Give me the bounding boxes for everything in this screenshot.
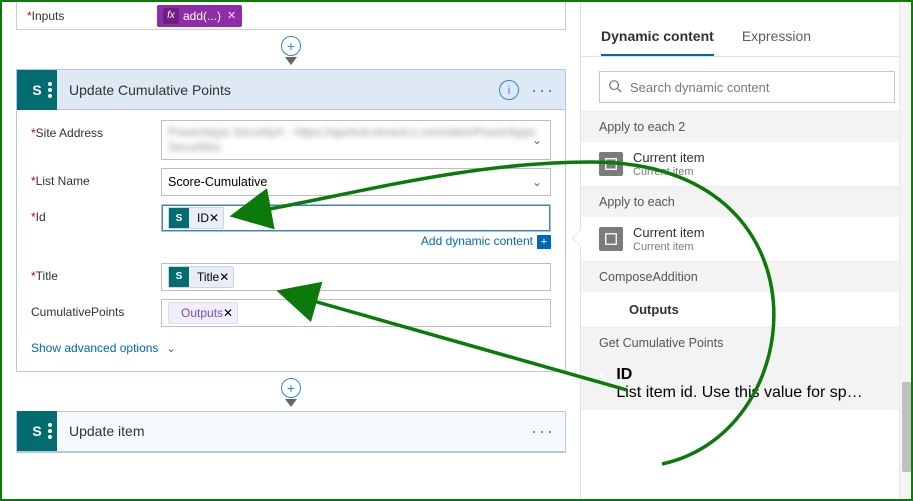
add-step-button[interactable]: + bbox=[281, 36, 301, 56]
card-body: *Site Address PowerApps SecurityX - http… bbox=[17, 110, 565, 371]
list-name-select[interactable]: Score-Cumulative ⌄ bbox=[161, 168, 551, 196]
card-title: Update item bbox=[57, 423, 531, 439]
sharepoint-icon: S bbox=[169, 267, 189, 287]
plus-icon: + bbox=[537, 235, 551, 249]
row-cumulative-points: CumulativePoints Outputs ✕ bbox=[31, 299, 551, 327]
dyn-item-id[interactable]: S ID List item id. Use this value for sp… bbox=[581, 358, 913, 410]
close-icon[interactable]: ✕ bbox=[223, 306, 233, 320]
label-list-name: *List Name bbox=[31, 168, 161, 188]
dyn-item-sublabel: Current item bbox=[633, 166, 705, 178]
close-icon[interactable]: ✕ bbox=[219, 270, 229, 284]
site-address-value: PowerApps SecurityX - https://apxhub.ten… bbox=[168, 125, 544, 155]
group-compose-addition: ComposeAddition bbox=[581, 261, 913, 292]
show-advanced-options[interactable]: Show advanced options⌄ bbox=[31, 335, 551, 357]
card-header[interactable]: S Update Cumulative Points i ··· bbox=[17, 70, 565, 110]
row-site-address: *Site Address PowerApps SecurityX - http… bbox=[31, 120, 551, 160]
outputs-token-label: Outputs bbox=[177, 306, 223, 320]
tab-expression[interactable]: Expression bbox=[742, 28, 811, 56]
card-update-cumulative-points: S Update Cumulative Points i ··· *Site A… bbox=[16, 69, 566, 372]
list-name-value: Score-Cumulative bbox=[168, 175, 267, 189]
label-id: *Id bbox=[31, 204, 161, 224]
row-title: *Title S Title ✕ bbox=[31, 263, 551, 291]
row-id: *Id S ID ✕ Add dynamic content+ bbox=[31, 204, 551, 255]
sharepoint-icon: S bbox=[17, 70, 57, 110]
fx-token-label: add(...) bbox=[183, 9, 221, 23]
scrollbar[interactable] bbox=[899, 2, 913, 499]
title-token-label: Title bbox=[193, 270, 219, 284]
inputs-row: *Inputs fx add(...) ✕ bbox=[16, 2, 566, 30]
dyn-item-current-item-2[interactable]: Current item Current item bbox=[581, 142, 913, 186]
add-dynamic-content-link[interactable]: Add dynamic content+ bbox=[161, 234, 551, 249]
sharepoint-icon: S bbox=[17, 411, 57, 451]
group-apply-to-each-2: Apply to each 2 bbox=[581, 111, 913, 142]
loop-icon bbox=[599, 152, 623, 176]
search-placeholder: Search dynamic content bbox=[630, 80, 769, 95]
id-token-label: ID bbox=[193, 211, 209, 225]
dyn-item-outputs[interactable]: Outputs bbox=[581, 292, 913, 327]
label-cumulative-points: CumulativePoints bbox=[31, 299, 161, 319]
sharepoint-icon: S bbox=[169, 208, 189, 228]
search-input[interactable]: Search dynamic content bbox=[599, 71, 895, 103]
title-token[interactable]: S Title ✕ bbox=[168, 266, 234, 288]
loop-icon bbox=[599, 227, 623, 251]
label-title: *Title bbox=[31, 263, 161, 283]
group-get-cumulative-points: Get Cumulative Points bbox=[581, 327, 913, 358]
id-field[interactable]: S ID ✕ bbox=[161, 204, 551, 232]
flow-canvas: *Inputs fx add(...) ✕ + S Update Cumulat… bbox=[2, 2, 580, 499]
scrollbar-thumb[interactable] bbox=[902, 382, 911, 472]
card-menu-button[interactable]: ··· bbox=[531, 84, 555, 96]
dyn-item-label: Current item bbox=[633, 225, 705, 240]
card-header[interactable]: S Update item ··· bbox=[17, 412, 565, 452]
search-icon bbox=[608, 79, 622, 96]
connector: + bbox=[10, 36, 572, 65]
info-icon[interactable]: i bbox=[499, 80, 519, 100]
chevron-down-icon: ⌄ bbox=[166, 343, 175, 355]
row-list-name: *List Name Score-Cumulative ⌄ bbox=[31, 168, 551, 196]
id-token[interactable]: S ID ✕ bbox=[168, 207, 224, 229]
outputs-token[interactable]: Outputs ✕ bbox=[168, 302, 238, 324]
arrow-down-icon bbox=[285, 399, 297, 407]
arrow-down-icon bbox=[285, 57, 297, 65]
inputs-label: *Inputs bbox=[17, 9, 157, 23]
sharepoint-icon: S bbox=[599, 366, 606, 390]
tab-dynamic-content[interactable]: Dynamic content bbox=[601, 28, 714, 56]
dyn-item-sublabel: Current item bbox=[633, 241, 705, 253]
card-update-item[interactable]: S Update item ··· bbox=[16, 411, 566, 453]
dynamic-content-panel: Dynamic content Expression Search dynami… bbox=[580, 2, 913, 499]
dyn-item-label: ID bbox=[616, 366, 866, 384]
card-menu-button[interactable]: ··· bbox=[531, 425, 555, 437]
label-site-address: *Site Address bbox=[31, 120, 161, 140]
fx-expression-token[interactable]: fx add(...) ✕ bbox=[157, 5, 242, 27]
group-apply-to-each: Apply to each bbox=[581, 186, 913, 217]
dyn-item-current-item[interactable]: Current item Current item bbox=[581, 217, 913, 261]
app-frame: *Inputs fx add(...) ✕ + S Update Cumulat… bbox=[0, 0, 913, 501]
dyn-item-label: Current item bbox=[633, 150, 705, 165]
cumulative-points-field[interactable]: Outputs ✕ bbox=[161, 299, 551, 327]
close-icon[interactable]: ✕ bbox=[209, 211, 219, 225]
dyn-item-sublabel: List item id. Use this value for specify… bbox=[616, 384, 866, 402]
connector: + bbox=[10, 378, 572, 407]
card-title: Update Cumulative Points bbox=[57, 82, 499, 98]
add-step-button[interactable]: + bbox=[281, 378, 301, 398]
panel-tabs: Dynamic content Expression bbox=[581, 2, 913, 57]
site-address-select[interactable]: PowerApps SecurityX - https://apxhub.ten… bbox=[161, 120, 551, 160]
title-field[interactable]: S Title ✕ bbox=[161, 263, 551, 291]
close-icon[interactable]: ✕ bbox=[227, 9, 236, 22]
panel-pointer bbox=[573, 230, 581, 246]
fx-icon: fx bbox=[163, 8, 179, 24]
chevron-down-icon: ⌄ bbox=[532, 175, 542, 189]
